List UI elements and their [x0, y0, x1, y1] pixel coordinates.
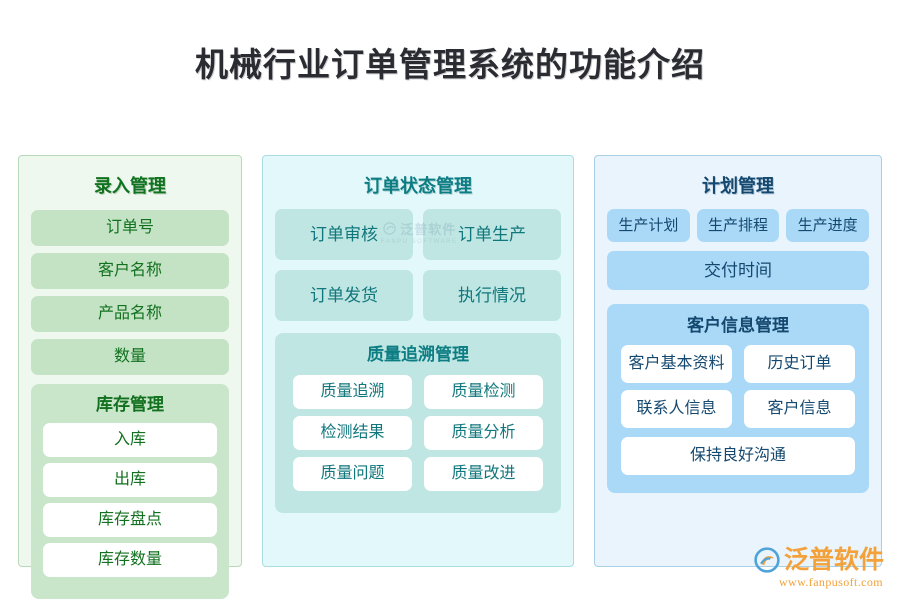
- subsection-inventory-management: 库存管理 入库 出库 库存盘点 库存数量: [31, 383, 229, 600]
- item-product-name[interactable]: 产品名称: [31, 295, 229, 332]
- page-title: 机械行业订单管理系统的功能介绍: [195, 46, 705, 83]
- order-status-items: 订单审核 订单生产 订单发货 执行情况: [275, 208, 561, 321]
- item-stock-quantity[interactable]: 库存数量: [43, 543, 217, 578]
- item-good-communication[interactable]: 保持良好沟通: [621, 437, 855, 476]
- item-production-plan[interactable]: 生产计划: [607, 208, 690, 242]
- quality-trace-items: 质量追溯 质量检测 检测结果 质量分析 质量问题 质量改进: [293, 375, 543, 492]
- customer-info-wide-item-row: 保持良好沟通: [621, 437, 855, 476]
- item-customer-name[interactable]: 客户名称: [31, 252, 229, 289]
- panel-heading-order-status-management: 订单状态管理: [364, 176, 472, 196]
- columns-container: 录入管理 订单号 客户名称 产品名称 数量 库存管理 入库 出库 库存盘点 库存…: [18, 155, 882, 600]
- item-inspection-result[interactable]: 检测结果: [293, 416, 412, 451]
- logo-swoosh-icon: [754, 547, 780, 573]
- item-stock-in[interactable]: 入库: [43, 423, 217, 458]
- item-history-orders[interactable]: 历史订单: [744, 345, 855, 384]
- logo-url: www.fanpusoft.com: [778, 575, 883, 589]
- panel-entry-management: 录入管理 订单号 客户名称 产品名称 数量 库存管理 入库 出库 库存盘点 库存…: [18, 155, 242, 600]
- item-quality-improvement[interactable]: 质量改进: [424, 457, 543, 492]
- subsection-heading-customer-info-management: 客户信息管理: [687, 315, 789, 335]
- subsection-quality-trace-management: 质量追溯管理 质量追溯 质量检测 检测结果 质量分析 质量问题 质量改进: [275, 332, 561, 514]
- subsection-heading-inventory-management: 库存管理: [96, 394, 164, 414]
- item-quantity[interactable]: 数量: [31, 338, 229, 375]
- item-execution-status[interactable]: 执行情况: [423, 269, 561, 321]
- brand-logo: 泛普软件 www.fanpusoft.com: [754, 547, 884, 590]
- customer-info-items: 客户基本资料 历史订单 联系人信息 客户信息: [621, 345, 855, 429]
- item-quality-trace[interactable]: 质量追溯: [293, 375, 412, 410]
- item-stock-out[interactable]: 出库: [43, 463, 217, 498]
- entry-management-items: 订单号 客户名称 产品名称 数量: [31, 209, 229, 375]
- item-customer-info[interactable]: 客户信息: [744, 390, 855, 429]
- panel-heading-entry-management: 录入管理: [94, 176, 166, 196]
- subsection-customer-info-management: 客户信息管理 客户基本资料 历史订单 联系人信息 客户信息 保持良好沟通: [607, 303, 869, 494]
- item-order-number[interactable]: 订单号: [31, 209, 229, 246]
- item-contact-info[interactable]: 联系人信息: [621, 390, 732, 429]
- item-stock-count[interactable]: 库存盘点: [43, 503, 217, 538]
- panel-order-status-management: 泛普软件 FANPU SOFTWARE 订单状态管理 订单审核 订单生产 订单发…: [262, 155, 574, 567]
- logo-text: 泛普软件: [783, 545, 884, 574]
- plan-management-wide-item-row: 交付时间: [607, 250, 869, 290]
- item-delivery-time[interactable]: 交付时间: [607, 250, 869, 290]
- item-order-review[interactable]: 订单审核: [275, 208, 413, 260]
- item-customer-basic-info[interactable]: 客户基本资料: [621, 345, 732, 384]
- item-production-progress[interactable]: 生产进度: [786, 208, 869, 242]
- panel-heading-plan-management: 计划管理: [702, 176, 774, 196]
- item-order-production[interactable]: 订单生产: [423, 208, 561, 260]
- plan-management-items: 生产计划 生产排程 生产进度: [607, 208, 869, 242]
- item-quality-issue[interactable]: 质量问题: [293, 457, 412, 492]
- item-quality-inspection[interactable]: 质量检测: [424, 375, 543, 410]
- item-order-shipment[interactable]: 订单发货: [275, 269, 413, 321]
- item-quality-analysis[interactable]: 质量分析: [424, 416, 543, 451]
- subsection-heading-quality-trace-management: 质量追溯管理: [367, 344, 469, 364]
- panel-plan-management: 计划管理 生产计划 生产排程 生产进度 交付时间 客户信息管理 客户基本资料 历…: [594, 155, 882, 567]
- item-production-schedule[interactable]: 生产排程: [696, 208, 780, 242]
